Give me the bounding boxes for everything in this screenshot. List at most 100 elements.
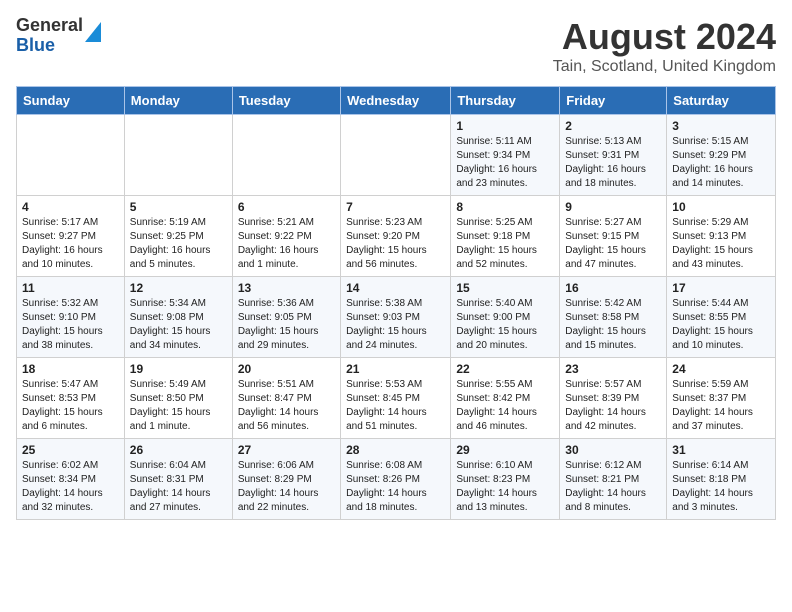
calendar-week-row: 4 Sunrise: 5:17 AMSunset: 9:27 PMDaylight… <box>17 196 776 277</box>
day-info: Sunrise: 5:42 AMSunset: 8:58 PMDaylight:… <box>565 297 661 353</box>
calendar-cell: 17 Sunrise: 5:44 AMSunset: 8:55 PMDayligh… <box>667 277 776 358</box>
calendar-cell: 8 Sunrise: 5:25 AMSunset: 9:18 PMDaylight… <box>451 196 560 277</box>
day-number: 20 <box>238 362 335 376</box>
calendar-cell <box>124 115 232 196</box>
day-info: Sunrise: 6:06 AMSunset: 8:29 PMDaylight:… <box>238 459 335 515</box>
calendar-cell: 13 Sunrise: 5:36 AMSunset: 9:05 PMDayligh… <box>232 277 340 358</box>
calendar-week-row: 25Sunrise: 6:02 AMSunset: 8:34 PMDayligh… <box>17 439 776 520</box>
day-number: 13 <box>238 281 335 295</box>
day-number: 9 <box>565 200 661 214</box>
calendar-cell: 9 Sunrise: 5:27 AMSunset: 9:15 PMDaylight… <box>560 196 667 277</box>
calendar-cell: 25Sunrise: 6:02 AMSunset: 8:34 PMDayligh… <box>17 439 125 520</box>
title-block: August 2024 Tain, Scotland, United Kingd… <box>553 16 776 76</box>
day-info: Sunrise: 5:44 AMSunset: 8:55 PMDaylight:… <box>672 297 770 353</box>
day-number: 22 <box>456 362 554 376</box>
day-info: Sunrise: 5:55 AMSunset: 8:42 PMDaylight:… <box>456 378 554 434</box>
day-info: Sunrise: 5:15 AMSunset: 9:29 PMDaylight:… <box>672 135 770 191</box>
day-number: 21 <box>346 362 445 376</box>
calendar-week-row: 11 Sunrise: 5:32 AMSunset: 9:10 PMDayligh… <box>17 277 776 358</box>
logo-general: General <box>16 16 83 36</box>
day-info: Sunrise: 5:19 AMSunset: 9:25 PMDaylight:… <box>130 216 227 272</box>
day-info: Sunrise: 5:29 AMSunset: 9:13 PMDaylight:… <box>672 216 770 272</box>
calendar-cell: 29Sunrise: 6:10 AMSunset: 8:23 PMDayligh… <box>451 439 560 520</box>
day-number: 15 <box>456 281 554 295</box>
day-info: Sunrise: 5:36 AMSunset: 9:05 PMDaylight:… <box>238 297 335 353</box>
calendar-cell: 14Sunrise: 5:38 AMSunset: 9:03 PMDayligh… <box>341 277 451 358</box>
header-tuesday: Tuesday <box>232 87 340 115</box>
day-info: Sunrise: 5:34 AMSunset: 9:08 PMDaylight:… <box>130 297 227 353</box>
page-header: General Blue August 2024 Tain, Scotland,… <box>16 16 776 76</box>
day-number: 5 <box>130 200 227 214</box>
calendar-cell <box>341 115 451 196</box>
calendar-cell: 12 Sunrise: 5:34 AMSunset: 9:08 PMDayligh… <box>124 277 232 358</box>
calendar-cell: 28Sunrise: 6:08 AMSunset: 8:26 PMDayligh… <box>341 439 451 520</box>
calendar-header-row: SundayMondayTuesdayWednesdayThursdayFrid… <box>17 87 776 115</box>
calendar-table: SundayMondayTuesdayWednesdayThursdayFrid… <box>16 86 776 520</box>
day-number: 3 <box>672 119 770 133</box>
day-info: Sunrise: 5:23 AMSunset: 9:20 PMDaylight:… <box>346 216 445 272</box>
calendar-cell: 31 Sunrise: 6:14 AMSunset: 8:18 PMDayligh… <box>667 439 776 520</box>
calendar-cell: 2 Sunrise: 5:13 AMSunset: 9:31 PMDaylight… <box>560 115 667 196</box>
calendar-cell: 10 Sunrise: 5:29 AMSunset: 9:13 PMDayligh… <box>667 196 776 277</box>
day-info: Sunrise: 5:32 AMSunset: 9:10 PMDaylight:… <box>22 297 119 353</box>
day-number: 26 <box>130 443 227 457</box>
day-number: 12 <box>130 281 227 295</box>
day-number: 2 <box>565 119 661 133</box>
calendar-cell: 1 Sunrise: 5:11 AMSunset: 9:34 PMDaylight… <box>451 115 560 196</box>
day-number: 23 <box>565 362 661 376</box>
day-number: 10 <box>672 200 770 214</box>
day-number: 17 <box>672 281 770 295</box>
calendar-cell: 5 Sunrise: 5:19 AMSunset: 9:25 PMDaylight… <box>124 196 232 277</box>
day-number: 19 <box>130 362 227 376</box>
logo-blue: Blue <box>16 36 83 56</box>
day-number: 7 <box>346 200 445 214</box>
day-number: 4 <box>22 200 119 214</box>
day-info: Sunrise: 5:47 AMSunset: 8:53 PMDaylight:… <box>22 378 119 434</box>
day-number: 8 <box>456 200 554 214</box>
day-info: Sunrise: 5:25 AMSunset: 9:18 PMDaylight:… <box>456 216 554 272</box>
day-number: 18 <box>22 362 119 376</box>
day-info: Sunrise: 5:21 AMSunset: 9:22 PMDaylight:… <box>238 216 335 272</box>
header-monday: Monday <box>124 87 232 115</box>
header-sunday: Sunday <box>17 87 125 115</box>
day-info: Sunrise: 5:53 AMSunset: 8:45 PMDaylight:… <box>346 378 445 434</box>
day-info: Sunrise: 5:27 AMSunset: 9:15 PMDaylight:… <box>565 216 661 272</box>
day-info: Sunrise: 5:40 AMSunset: 9:00 PMDaylight:… <box>456 297 554 353</box>
calendar-week-row: 1 Sunrise: 5:11 AMSunset: 9:34 PMDaylight… <box>17 115 776 196</box>
header-saturday: Saturday <box>667 87 776 115</box>
day-info: Sunrise: 6:10 AMSunset: 8:23 PMDaylight:… <box>456 459 554 515</box>
calendar-cell <box>17 115 125 196</box>
day-info: Sunrise: 5:11 AMSunset: 9:34 PMDaylight:… <box>456 135 554 191</box>
calendar-cell <box>232 115 340 196</box>
page-subtitle: Tain, Scotland, United Kingdom <box>553 58 776 76</box>
calendar-cell: 27Sunrise: 6:06 AMSunset: 8:29 PMDayligh… <box>232 439 340 520</box>
day-number: 28 <box>346 443 445 457</box>
calendar-cell: 22 Sunrise: 5:55 AMSunset: 8:42 PMDayligh… <box>451 358 560 439</box>
logo: General Blue <box>16 16 101 56</box>
logo-text: General Blue <box>16 16 83 56</box>
day-info: Sunrise: 5:49 AMSunset: 8:50 PMDaylight:… <box>130 378 227 434</box>
day-number: 24 <box>672 362 770 376</box>
header-friday: Friday <box>560 87 667 115</box>
day-info: Sunrise: 5:38 AMSunset: 9:03 PMDaylight:… <box>346 297 445 353</box>
day-number: 31 <box>672 443 770 457</box>
calendar-cell: 7 Sunrise: 5:23 AMSunset: 9:20 PMDaylight… <box>341 196 451 277</box>
day-info: Sunrise: 5:13 AMSunset: 9:31 PMDaylight:… <box>565 135 661 191</box>
day-number: 16 <box>565 281 661 295</box>
day-number: 1 <box>456 119 554 133</box>
calendar-cell: 18 Sunrise: 5:47 AMSunset: 8:53 PMDayligh… <box>17 358 125 439</box>
calendar-cell: 16 Sunrise: 5:42 AMSunset: 8:58 PMDayligh… <box>560 277 667 358</box>
day-info: Sunrise: 6:04 AMSunset: 8:31 PMDaylight:… <box>130 459 227 515</box>
day-info: Sunrise: 6:14 AMSunset: 8:18 PMDaylight:… <box>672 459 770 515</box>
calendar-cell: 11 Sunrise: 5:32 AMSunset: 9:10 PMDayligh… <box>17 277 125 358</box>
calendar-cell: 4 Sunrise: 5:17 AMSunset: 9:27 PMDaylight… <box>17 196 125 277</box>
day-info: Sunrise: 5:17 AMSunset: 9:27 PMDaylight:… <box>22 216 119 272</box>
calendar-cell: 6Sunrise: 5:21 AMSunset: 9:22 PMDaylight… <box>232 196 340 277</box>
day-info: Sunrise: 5:51 AMSunset: 8:47 PMDaylight:… <box>238 378 335 434</box>
calendar-cell: 21 Sunrise: 5:53 AMSunset: 8:45 PMDayligh… <box>341 358 451 439</box>
calendar-week-row: 18 Sunrise: 5:47 AMSunset: 8:53 PMDayligh… <box>17 358 776 439</box>
day-number: 11 <box>22 281 119 295</box>
calendar-cell: 24 Sunrise: 5:59 AMSunset: 8:37 PMDayligh… <box>667 358 776 439</box>
day-info: Sunrise: 5:59 AMSunset: 8:37 PMDaylight:… <box>672 378 770 434</box>
header-thursday: Thursday <box>451 87 560 115</box>
